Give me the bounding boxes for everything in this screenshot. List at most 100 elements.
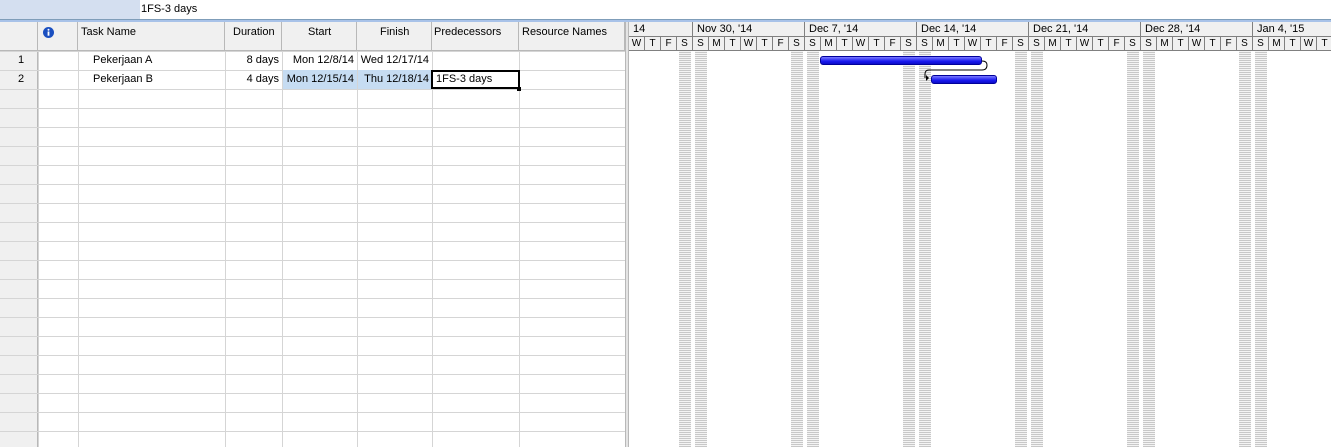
row-gridline [0,146,625,147]
timescale-day: W [1189,37,1205,51]
row-header-column [0,51,38,447]
timescale-day: W [741,37,757,51]
weekend-shading [1239,51,1251,447]
column-gridline [432,51,433,447]
timescale-day: T [1205,37,1221,51]
timescale-day: T [837,37,853,51]
timescale-day: M [821,37,837,51]
start-header-label: Start [308,26,332,38]
resource-names-header[interactable]: Resource Names [519,22,625,51]
timescale-day: W [965,37,981,51]
timescale-day: T [1093,37,1109,51]
weekend-shading [1143,51,1155,447]
weekend-shading [807,51,819,447]
timescale-day: T [725,37,741,51]
timescale-day: T [645,37,661,51]
row-gridline [0,127,625,128]
predecessors-cell-active[interactable]: 1FS-3 days [431,70,520,89]
resource-names-header-label: Resource Names [522,26,607,38]
row-gridline [0,336,625,337]
task-sheet: Task Name Duration Start Finish Predeces… [0,22,625,447]
row-gridline [0,222,625,223]
duration-cell[interactable]: 4 days [225,70,282,89]
start-cell[interactable]: Mon 12/8/14 [282,51,357,70]
indicators-header[interactable] [38,22,78,51]
duration-cell[interactable]: 8 days [225,51,282,70]
timescale-day: M [1045,37,1061,51]
weekend-shading [1127,51,1139,447]
timescale-week: Nov 30, '14 [693,22,805,37]
timescale-day: S [917,37,933,51]
task-bar-2[interactable] [931,75,997,84]
row-gridline [0,260,625,261]
resource-names-cell[interactable] [519,70,625,89]
column-gridline [225,51,226,447]
timescale-day: T [757,37,773,51]
timescale-day: M [1157,37,1173,51]
weekend-shading [695,51,707,447]
row-gridline [0,279,625,280]
row-gridline [0,165,625,166]
timescale-day: W [1301,37,1317,51]
row-gridline [0,374,625,375]
timescale-day: T [1061,37,1077,51]
entry-bar: 1FS-3 days [0,0,1331,23]
predecessors-header[interactable]: Predecessors [432,22,519,51]
timescale-day: S [1237,37,1253,51]
timescale-week: Dec 14, '14 [917,22,1029,37]
row-gridline [0,298,625,299]
timescale-week: Dec 7, '14 [805,22,917,37]
finish-header[interactable]: Finish [357,22,432,51]
timescale-day: T [1173,37,1189,51]
column-gridline [38,51,39,447]
row-gridline [0,355,625,356]
timescale-day: S [1029,37,1045,51]
resource-names-cell[interactable] [519,51,625,70]
timescale-day: T [869,37,885,51]
row-gridline [0,184,625,185]
timescale-day: M [1269,37,1285,51]
timescale-day: S [1013,37,1029,51]
select-all-corner[interactable] [0,22,38,51]
row-gridline [0,317,625,318]
timescale-day: F [1109,37,1125,51]
entry-bar-value[interactable]: 1FS-3 days [141,3,197,15]
timescale-day: S [901,37,917,51]
row-gridline [0,203,625,204]
entry-bar-lead [0,0,140,19]
finish-cell[interactable]: Thu 12/18/14 [358,70,432,89]
weekend-shading [791,51,803,447]
timescale-day: W [629,37,645,51]
column-gridline [282,51,283,447]
task-name-header[interactable]: Task Name [78,22,225,51]
row-id-1[interactable]: 1 [0,51,38,70]
predecessors-cell[interactable] [432,51,519,70]
timescale-day: S [693,37,709,51]
timescale-day: S [1141,37,1157,51]
timescale-day: W [853,37,869,51]
timescale-day: F [885,37,901,51]
timescale-week: Jan 4, '15 [1253,22,1331,37]
task-name-cell[interactable]: Pekerjaan A [90,51,225,70]
start-cell[interactable]: Mon 12/15/14 [283,70,357,89]
column-gridline [78,51,79,447]
column-gridline [519,51,520,447]
timescale-day: S [805,37,821,51]
start-header[interactable]: Start [282,22,357,51]
row-id-2[interactable]: 2 [0,70,38,89]
timescale-day: S [677,37,693,51]
weekend-shading [1031,51,1043,447]
task-name-cell[interactable]: Pekerjaan B [90,70,225,89]
timescale-day: T [949,37,965,51]
timescale-week: Dec 28, '14 [1141,22,1253,37]
weekend-shading [679,51,691,447]
finish-header-label: Finish [380,26,410,38]
timescale-day: T [1285,37,1301,51]
duration-header[interactable]: Duration [225,22,282,51]
finish-cell[interactable]: Wed 12/17/14 [357,51,432,70]
row-gridline [0,108,625,109]
column-gridline [357,51,358,447]
row-gridline [0,393,625,394]
weekend-shading [903,51,915,447]
duration-header-label: Duration [233,26,275,38]
